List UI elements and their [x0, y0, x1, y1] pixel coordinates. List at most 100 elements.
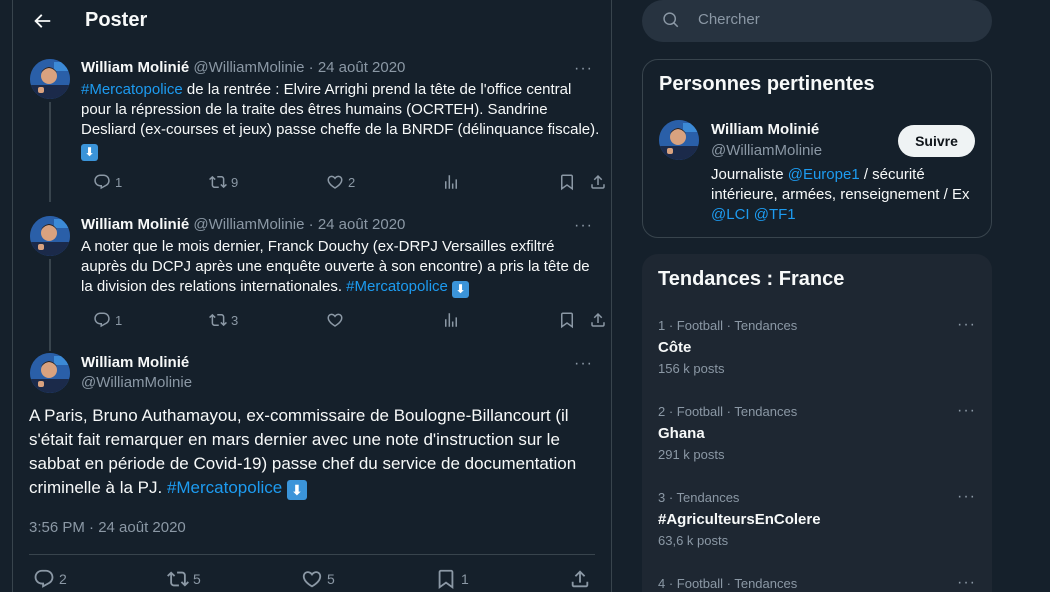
thread-tweet[interactable]: William Molinié @WilliamMolinie · 24 aoû… [13, 199, 611, 351]
reply-icon [93, 173, 111, 191]
trend-meta: 2 · Football · Tendances [658, 404, 798, 419]
down-arrow-emoji-icon: ⬇ [286, 480, 307, 500]
thread-connector [49, 102, 51, 202]
repost-icon [209, 173, 227, 191]
thread-tweet[interactable]: William Molinié @WilliamMolinie · 24 aoû… [13, 42, 611, 202]
more-icon[interactable]: ··· [574, 355, 593, 373]
main-tweet-text: A Paris, Bruno Authamayou, ex-commissair… [29, 404, 599, 500]
bookmark-icon [435, 568, 457, 590]
more-icon[interactable]: ··· [957, 316, 976, 334]
trend-name: Côte [658, 339, 692, 356]
like-icon [326, 311, 344, 329]
bio-text: Journaliste [711, 166, 788, 183]
separator: · [308, 216, 314, 233]
like-button[interactable]: 5 [301, 568, 335, 590]
trend-meta: 4 · Football · Tendances [658, 576, 798, 591]
main-tweet-actions: 2 5 5 1 [33, 568, 593, 592]
share-icon [589, 173, 607, 191]
hashtag-link[interactable]: #Mercatopolice [346, 278, 448, 295]
share-button[interactable] [589, 173, 607, 191]
trend-item[interactable]: 1 · Football · Tendances Côte 156 k post… [658, 316, 976, 376]
mention-link[interactable]: @TF1 [754, 206, 796, 223]
divider [29, 554, 595, 555]
main-column: Poster William Molinié @WilliamMolinie ·… [12, 0, 612, 592]
person-name[interactable]: William Molinié [711, 121, 819, 138]
hashtag-link[interactable]: #Mercatopolice [167, 478, 282, 497]
main-author-handle[interactable]: @WilliamMolinie [81, 374, 192, 391]
author-name[interactable]: William Molinié [81, 59, 189, 76]
relevant-people-panel: Personnes pertinentes William Molinié @W… [642, 59, 992, 238]
search-input[interactable] [698, 11, 978, 28]
tweet-timestamp[interactable]: 3:56 PM · 24 août 2020 [29, 519, 186, 536]
tweet-date[interactable]: 24 août 2020 [318, 216, 406, 233]
share-button[interactable] [569, 568, 591, 590]
reply-icon [93, 311, 111, 329]
trend-item[interactable]: 3 · Tendances #AgriculteursEnColere 63,6… [658, 488, 976, 548]
like-icon [326, 173, 344, 191]
reply-button[interactable]: 1 [93, 311, 122, 329]
trend-meta: 3 · Tendances [658, 490, 740, 505]
bookmark-button[interactable]: 1 [435, 568, 469, 590]
avatar[interactable] [30, 216, 70, 256]
trend-posts: 156 k posts [658, 361, 725, 376]
search-bar[interactable] [642, 0, 992, 42]
avatar[interactable] [30, 59, 70, 99]
trend-name: #AgriculteursEnColere [658, 511, 821, 528]
follow-button[interactable]: Suivre [898, 125, 975, 157]
tweet-text-content: A noter que le mois dernier, Franck Douc… [81, 238, 590, 295]
trend-posts: 291 k posts [658, 447, 725, 462]
reply-button[interactable]: 1 [93, 173, 122, 191]
back-arrow-icon[interactable] [31, 10, 53, 32]
repost-icon [167, 568, 189, 590]
more-icon[interactable]: ··· [957, 574, 976, 592]
trends-title: Tendances : France [658, 268, 845, 290]
avatar[interactable] [659, 120, 699, 160]
main-author-name[interactable]: William Molinié [81, 354, 189, 371]
hashtag-link[interactable]: #Mercatopolice [81, 81, 183, 98]
page-title: Poster [85, 9, 148, 31]
reply-count: 1 [115, 312, 123, 328]
repost-button[interactable]: 5 [167, 568, 201, 590]
mention-link[interactable]: @Europe1 [788, 166, 860, 183]
mention-link[interactable]: @LCI [711, 206, 750, 223]
bookmark-button[interactable] [558, 173, 576, 191]
more-icon[interactable]: ··· [574, 60, 593, 78]
like-button[interactable] [326, 311, 348, 329]
like-count: 2 [348, 174, 356, 190]
more-icon[interactable]: ··· [957, 402, 976, 420]
trend-item[interactable]: 2 · Football · Tendances Ghana 291 k pos… [658, 402, 976, 462]
views-icon [442, 311, 460, 329]
views-button[interactable] [442, 173, 460, 191]
search-icon [663, 12, 679, 28]
share-icon [589, 311, 607, 329]
share-button[interactable] [589, 311, 607, 329]
repost-button[interactable]: 9 [209, 173, 238, 191]
main-tweet-avatar[interactable] [30, 353, 70, 393]
repost-count: 3 [231, 312, 239, 328]
header: Poster [13, 0, 611, 42]
more-icon[interactable]: ··· [957, 488, 976, 506]
tweet-text: A noter que le mois dernier, Franck Douc… [81, 237, 601, 298]
reply-button[interactable]: 2 [33, 568, 67, 590]
down-arrow-emoji-icon: ⬇ [452, 281, 470, 298]
author-name[interactable]: William Molinié [81, 216, 189, 233]
more-icon[interactable]: ··· [574, 217, 593, 235]
person-handle[interactable]: @WilliamMolinie [711, 142, 822, 159]
tweet-header: William Molinié @WilliamMolinie · 24 aoû… [81, 59, 405, 76]
author-handle[interactable]: @WilliamMolinie [193, 59, 304, 76]
repost-count: 5 [193, 571, 201, 587]
author-handle[interactable]: @WilliamMolinie [193, 216, 304, 233]
trends-panel: Tendances : France 1 · Football · Tendan… [642, 254, 992, 592]
like-button[interactable]: 2 [326, 173, 355, 191]
like-icon [301, 568, 323, 590]
bookmark-icon [558, 311, 576, 329]
views-button[interactable] [442, 311, 460, 329]
repost-button[interactable]: 3 [209, 311, 238, 329]
bookmark-button[interactable] [558, 311, 576, 329]
relevant-people-title: Personnes pertinentes [659, 73, 875, 95]
tweet-text: #Mercatopolice de la rentrée : Elvire Ar… [81, 80, 601, 161]
trend-meta: 1 · Football · Tendances [658, 318, 798, 333]
tweet-actions: 1 3 [81, 311, 611, 331]
trend-item[interactable]: 4 · Football · Tendances ··· [658, 574, 976, 592]
tweet-date[interactable]: 24 août 2020 [318, 59, 406, 76]
